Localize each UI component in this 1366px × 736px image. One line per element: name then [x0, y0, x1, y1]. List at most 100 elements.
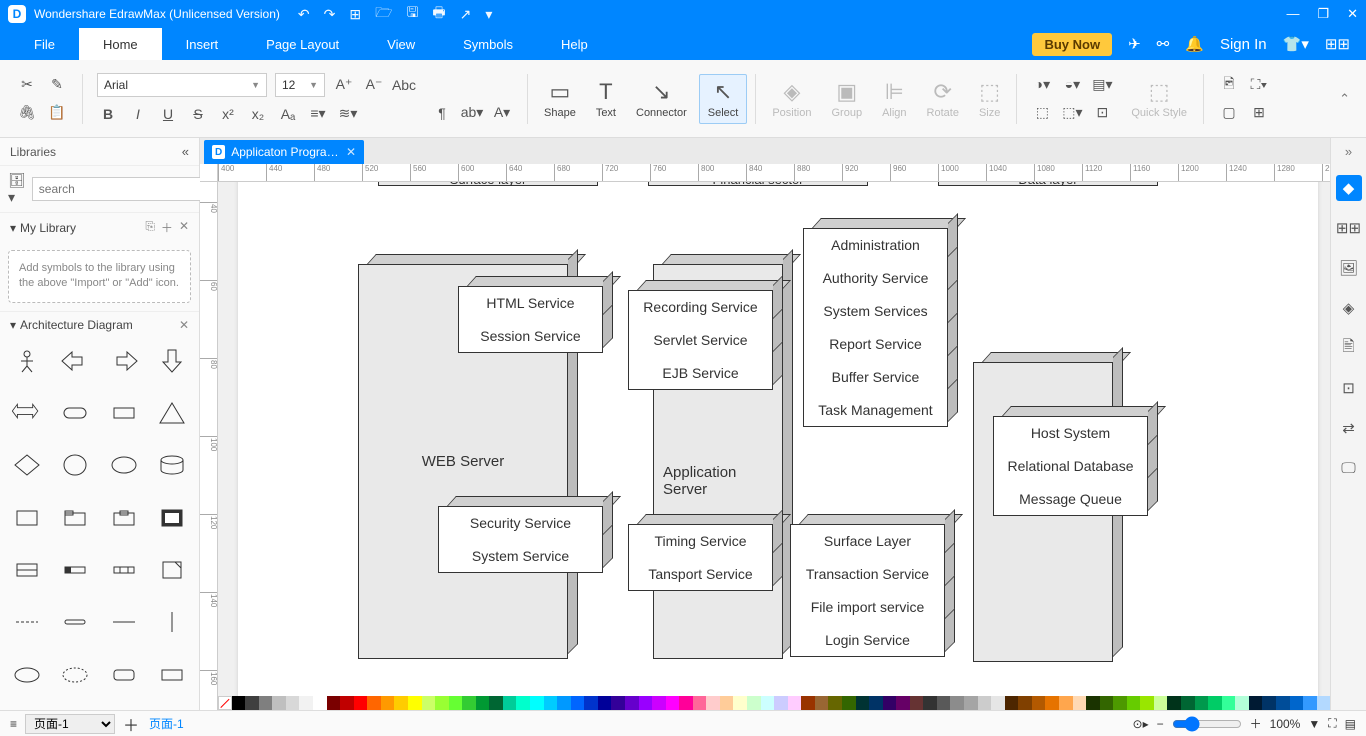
stack-recording[interactable]: Recording ServiceServlet ServiceEJB Serv…	[628, 290, 773, 390]
palette-swatch[interactable]	[286, 696, 300, 710]
rail-layers-icon[interactable]: ◈	[1336, 295, 1362, 321]
palette-swatch[interactable]	[1113, 696, 1127, 710]
palette-none[interactable]	[218, 696, 232, 710]
qat-undo-icon[interactable]: ↶	[298, 6, 310, 23]
palette-swatch[interactable]	[1140, 696, 1154, 710]
bold-button[interactable]: B	[97, 103, 119, 125]
qat-print-icon[interactable]: 🖶	[432, 2, 445, 26]
palette-swatch[interactable]	[1222, 696, 1236, 710]
page[interactable]: Surface layer Financial sector Data laye…	[238, 182, 1318, 696]
palette-swatch[interactable]	[1018, 696, 1032, 710]
send-icon[interactable]: ✈	[1128, 35, 1141, 53]
stack-cell[interactable]: Task Management	[803, 393, 948, 427]
library-shape[interactable]	[103, 553, 145, 587]
library-shape[interactable]	[54, 553, 96, 587]
palette-swatch[interactable]	[462, 696, 476, 710]
fill2-icon[interactable]: ⬚	[1031, 102, 1053, 124]
strike-button[interactable]: S	[187, 103, 209, 125]
line2-icon[interactable]: ⬚▾	[1061, 102, 1083, 124]
library-shape[interactable]	[54, 344, 96, 378]
zoom-slider[interactable]	[1172, 716, 1242, 732]
fit-page-icon[interactable]: ⛶	[1328, 716, 1336, 731]
library-shape[interactable]	[151, 605, 193, 639]
palette-swatch[interactable]	[1100, 696, 1114, 710]
palette-swatch[interactable]	[435, 696, 449, 710]
current-page-name[interactable]: 页面-1	[149, 715, 184, 732]
insert-image-icon[interactable]: 🖻	[1218, 74, 1240, 96]
font-size-combo[interactable]: 12▼	[275, 73, 325, 97]
palette-swatch[interactable]	[950, 696, 964, 710]
palette-swatch[interactable]	[869, 696, 883, 710]
stack-cell[interactable]: Security Service	[438, 506, 603, 540]
palette-swatch[interactable]	[788, 696, 802, 710]
copy-icon[interactable]: 🖇	[16, 102, 38, 124]
stack-cell[interactable]: Message Queue	[993, 482, 1148, 516]
palette-swatch[interactable]	[1127, 696, 1141, 710]
library-shape[interactable]	[151, 448, 193, 482]
palette-swatch[interactable]	[1249, 696, 1263, 710]
palette-swatch[interactable]	[1276, 696, 1290, 710]
palette-swatch[interactable]	[1086, 696, 1100, 710]
container-icon[interactable]: ▢	[1218, 102, 1240, 124]
palette-swatch[interactable]	[584, 696, 598, 710]
diag-surface-layer[interactable]: Surface layer	[378, 182, 598, 186]
stack-cell[interactable]: System Service	[438, 539, 603, 573]
bullets-button[interactable]: ¶	[431, 102, 453, 124]
stack-timing[interactable]: Timing ServiceTansport Service	[628, 524, 773, 591]
mylib-import-icon[interactable]: ⎘	[145, 219, 155, 236]
paste-icon[interactable]: 📋	[46, 102, 68, 124]
palette-swatch[interactable]	[1167, 696, 1181, 710]
stack-cell[interactable]: Buffer Service	[803, 360, 948, 394]
library-shape[interactable]	[54, 658, 96, 692]
maximize-icon[interactable]: ❐	[1317, 6, 1329, 22]
palette-swatch[interactable]	[516, 696, 530, 710]
stack-surface[interactable]: Surface LayerTransaction ServiceFile imp…	[790, 524, 945, 657]
stack-cell[interactable]: Surface Layer	[790, 524, 945, 558]
qat-more-icon[interactable]: ▾	[485, 6, 492, 23]
palette-swatch[interactable]	[964, 696, 978, 710]
library-shape[interactable]	[6, 658, 48, 692]
fontcolor-button[interactable]: A▾	[491, 102, 513, 124]
palette-swatch[interactable]	[910, 696, 924, 710]
fit-width-icon[interactable]: ▤	[1345, 717, 1356, 731]
palette-swatch[interactable]	[828, 696, 842, 710]
library-shape[interactable]	[54, 501, 96, 535]
palette-swatch[interactable]	[652, 696, 666, 710]
palette-swatch[interactable]	[1303, 696, 1317, 710]
palette-swatch[interactable]	[381, 696, 395, 710]
subscript-button[interactable]: x₂	[247, 103, 269, 125]
stack-cell[interactable]: Servlet Service	[628, 323, 773, 357]
palette-swatch[interactable]	[761, 696, 775, 710]
library-shape[interactable]	[151, 658, 193, 692]
line-tool-icon[interactable]: ◒▾	[1061, 74, 1083, 96]
palette-swatch[interactable]	[354, 696, 368, 710]
palette-swatch[interactable]	[598, 696, 612, 710]
qat-new-icon[interactable]: ⊞	[349, 6, 361, 23]
bell-icon[interactable]: 🔔	[1185, 35, 1204, 53]
qat-export-icon[interactable]: ↗	[460, 6, 472, 23]
palette-swatch[interactable]	[327, 696, 341, 710]
stack-cell[interactable]: Recording Service	[628, 290, 773, 324]
stack-cell[interactable]: Administration	[803, 228, 948, 262]
palette-swatch[interactable]	[1154, 696, 1168, 710]
palette-swatch[interactable]	[503, 696, 517, 710]
underline-button[interactable]: U	[157, 103, 179, 125]
tab-help[interactable]: Help	[537, 28, 612, 60]
palette-swatch[interactable]	[245, 696, 259, 710]
tab-home[interactable]: Home	[79, 28, 162, 60]
chevron-down-icon[interactable]: ▾	[10, 221, 16, 235]
font-grow-icon[interactable]: A⁺	[333, 74, 355, 96]
palette-swatch[interactable]	[978, 696, 992, 710]
text-tool[interactable]: TText	[588, 75, 624, 123]
palette-swatch[interactable]	[693, 696, 707, 710]
library-shape[interactable]	[6, 344, 48, 378]
crop-icon[interactable]: ⛶▾	[1248, 74, 1270, 96]
doc-tab-close-icon[interactable]: ✕	[346, 145, 356, 159]
library-search-input[interactable]	[32, 177, 201, 201]
stack-cell[interactable]: HTML Service	[458, 286, 603, 320]
font-strikethrough-icon[interactable]: Abc	[393, 74, 415, 96]
palette-swatch[interactable]	[733, 696, 747, 710]
palette-swatch[interactable]	[1181, 696, 1195, 710]
ribbon-collapse-icon[interactable]: ⌃	[1333, 91, 1356, 107]
tab-view[interactable]: View	[363, 28, 439, 60]
